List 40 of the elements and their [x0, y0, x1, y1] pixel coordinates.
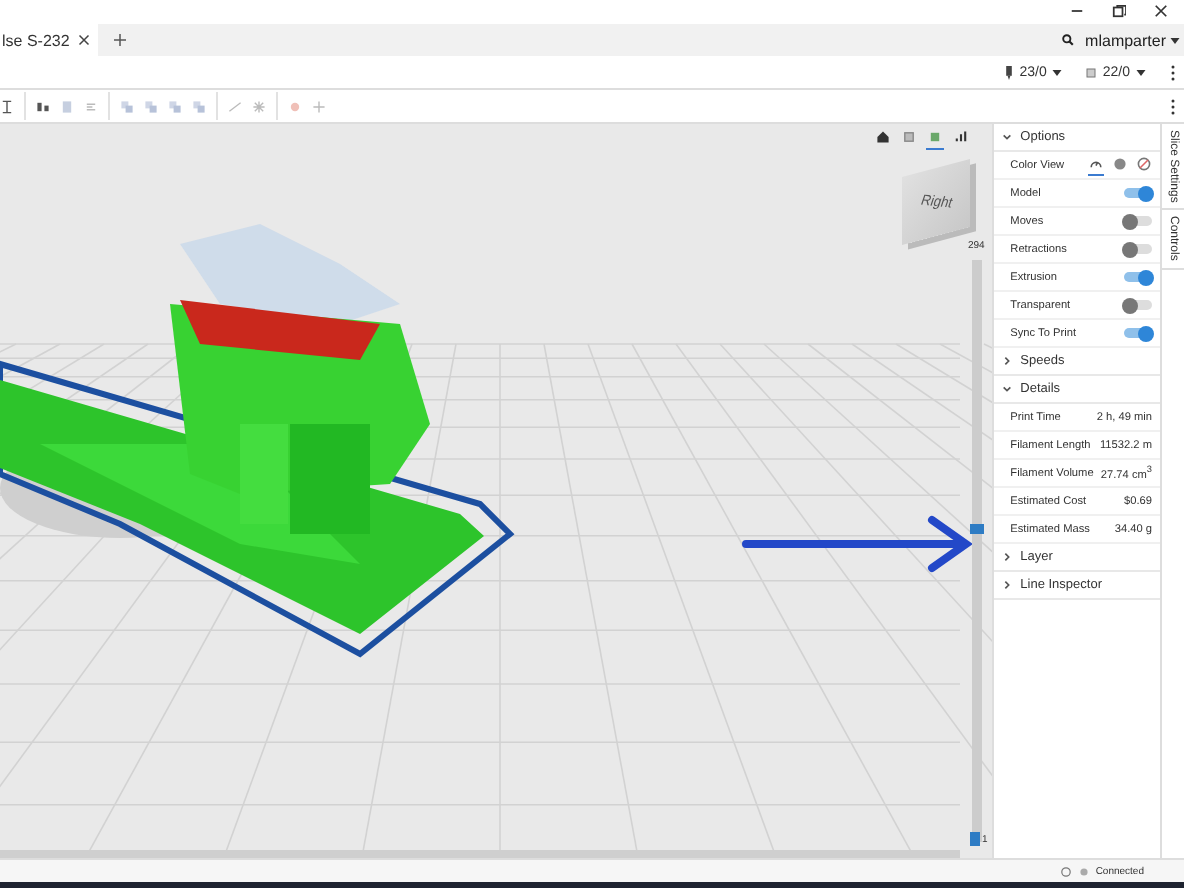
- extruder-icon: [1003, 65, 1014, 79]
- toggle-switch[interactable]: [1124, 300, 1153, 310]
- search-icon[interactable]: [1061, 34, 1074, 46]
- caret-icon: [1136, 69, 1146, 75]
- toggle-switch[interactable]: [1124, 244, 1153, 254]
- circle-icon[interactable]: [1112, 155, 1129, 173]
- chevron-icon: [1002, 356, 1013, 366]
- chevron-icon: [1002, 552, 1013, 562]
- toggle-switch[interactable]: [1124, 188, 1153, 198]
- close-icon[interactable]: [1154, 4, 1168, 18]
- restore-icon[interactable]: [1112, 4, 1126, 18]
- toggle-switch[interactable]: [1124, 328, 1153, 338]
- tab-title: lse S-232: [2, 31, 70, 49]
- layer-slider-handle[interactable]: [970, 523, 984, 534]
- minimize-icon[interactable]: [1070, 4, 1084, 18]
- caret-icon: [1052, 69, 1063, 75]
- bed-icon: [1086, 65, 1097, 79]
- distribute-icon[interactable]: [36, 99, 50, 113]
- status-dot-icon: [1077, 865, 1090, 877]
- chevron-icon: [1002, 132, 1013, 142]
- close-icon[interactable]: [77, 34, 90, 46]
- more-icon[interactable]: [1170, 63, 1176, 81]
- add-tab-icon[interactable]: [113, 34, 126, 46]
- toggle-switch[interactable]: [1124, 216, 1153, 226]
- layer-slider[interactable]: [972, 260, 982, 842]
- layer-slider-handle[interactable]: [970, 832, 980, 846]
- line-tool-icon[interactable]: [228, 99, 242, 113]
- document-tab[interactable]: lse S-232: [0, 24, 98, 56]
- user-menu[interactable]: mlamparter: [1085, 31, 1180, 49]
- toggle-switch[interactable]: [1124, 272, 1153, 282]
- no-color-icon[interactable]: [1136, 155, 1153, 173]
- list-icon[interactable]: [84, 99, 98, 113]
- chevron-icon: [1002, 580, 1013, 590]
- more-icon[interactable]: [1170, 97, 1176, 115]
- sparkle-icon[interactable]: [252, 99, 266, 113]
- home-icon[interactable]: [874, 128, 892, 148]
- chevron-icon: [1002, 384, 1013, 394]
- caret-icon: [1170, 37, 1180, 43]
- align-icon[interactable]: [0, 99, 14, 113]
- sync-icon[interactable]: [1059, 865, 1072, 877]
